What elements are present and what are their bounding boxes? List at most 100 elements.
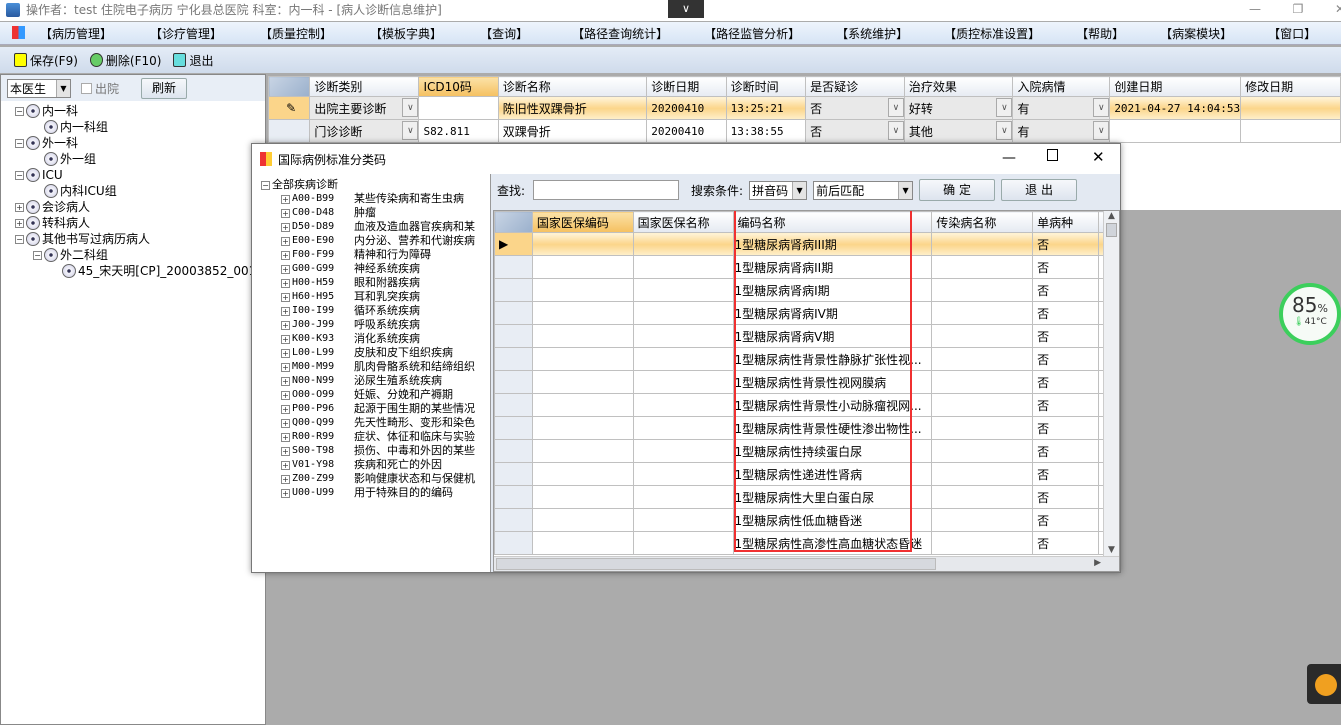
menu-item[interactable]: 【病案模块】 [1160, 25, 1232, 42]
expand-icon[interactable]: + [281, 474, 290, 484]
collapse-icon[interactable]: − [15, 234, 24, 244]
table-cell[interactable]: 否 [1032, 393, 1099, 417]
search-input[interactable] [533, 180, 680, 200]
icd-category-node[interactable]: + N00-N99 泌尿生殖系统疾病 [261, 374, 490, 388]
table-cell[interactable] [931, 485, 1034, 509]
table-cell[interactable] [531, 278, 634, 302]
icd-category-node[interactable]: + Z00-Z99 影响健康状态和与保健机 [261, 472, 490, 486]
table-cell[interactable]: 否 [1032, 439, 1099, 463]
column-header[interactable]: 治疗效果 [903, 76, 1014, 97]
table-cell[interactable]: 否 [1032, 485, 1099, 509]
table-row[interactable]: ✎ 出院主要诊断 ∨ 陈旧性双踝骨折 20200410 13:25:21 否 ∨ 好转 ∨ 有 ∨ 20… [267, 96, 1341, 120]
table-cell[interactable] [531, 508, 634, 532]
icd-category-node[interactable]: + J00-J99 呼吸系统疾病 [261, 318, 490, 332]
table-cell[interactable]: 2021-04-27 14:04:53 [1109, 96, 1242, 120]
table-cell[interactable]: 13:38:55 [725, 119, 807, 143]
dialog-exit-button[interactable]: 退 出 [1001, 179, 1078, 201]
icd-category-node[interactable]: + O00-O99 妊娠、分娩和产褥期 [261, 388, 490, 402]
table-cell[interactable]: 否 ∨ [805, 96, 905, 120]
column-header[interactable]: 入院病情 [1012, 76, 1111, 97]
tree-node[interactable]: − ICU [15, 167, 265, 183]
table-cell[interactable] [931, 324, 1034, 348]
close-button[interactable]: ✕ [1325, 0, 1341, 21]
menu-item[interactable]: 【路径监管分析】 [704, 25, 800, 42]
expand-icon[interactable]: + [281, 320, 290, 330]
table-cell[interactable] [632, 531, 734, 555]
menu-item[interactable]: 【质量控制】 [260, 25, 332, 42]
table-cell[interactable]: 否 [1032, 232, 1099, 256]
menu-item[interactable]: 【诊疗管理】 [150, 25, 222, 42]
expand-icon[interactable]: + [281, 446, 290, 456]
table-cell[interactable] [531, 301, 634, 325]
table-cell[interactable]: 13:25:21 [725, 96, 807, 120]
table-cell[interactable]: 否 [1032, 324, 1099, 348]
table-cell[interactable] [1240, 119, 1341, 143]
tree-node[interactable]: + 会诊病人 [15, 199, 265, 215]
table-cell[interactable]: S82.811 [418, 119, 499, 143]
expand-icon[interactable]: + [281, 306, 290, 316]
collapse-icon[interactable]: − [33, 250, 42, 260]
table-cell[interactable]: 否 [1032, 301, 1099, 325]
table-cell[interactable] [931, 393, 1034, 417]
icd-category-node[interactable]: + A00-B99 某些传染病和寄生虫病 [261, 192, 490, 206]
tree-node[interactable]: 内一科组 [15, 119, 265, 135]
tree-node[interactable]: − 外二科组 [15, 247, 265, 263]
icd-category-node[interactable]: + C00-D48 肿瘤 [261, 206, 490, 220]
tree-node[interactable]: 45_宋天明[CP]_20003852_001_ [15, 263, 265, 279]
discharged-checkbox[interactable]: 出院 [81, 80, 119, 97]
icd-category-node[interactable]: + R00-R99 症状、体征和临床与实验 [261, 430, 490, 444]
table-cell[interactable] [531, 232, 634, 256]
column-header[interactable]: 创建日期 [1109, 76, 1242, 97]
menu-item[interactable]: 【帮助】 [1076, 25, 1124, 42]
collapse-icon[interactable]: − [15, 170, 24, 180]
expand-icon[interactable]: + [281, 460, 290, 470]
table-cell[interactable] [531, 416, 634, 440]
column-header[interactable]: 修改日期 [1240, 76, 1341, 97]
table-cell[interactable]: 否 [1032, 347, 1099, 371]
dropdown-icon[interactable]: ∨ [887, 121, 904, 140]
table-cell[interactable]: 有 ∨ [1012, 96, 1111, 120]
menu-item[interactable]: 【系统维护】 [836, 25, 908, 42]
tree-node[interactable]: − 其他书写过病历病人 [15, 231, 265, 247]
expand-icon[interactable]: + [281, 208, 290, 218]
menu-item[interactable]: 【模板字典】 [370, 25, 442, 42]
table-cell[interactable] [632, 255, 734, 279]
column-header[interactable]: 传染病名称 [931, 211, 1034, 233]
icd-category-node[interactable]: + F00-F99 精神和行为障碍 [261, 248, 490, 262]
table-cell[interactable]: 否 [1032, 278, 1099, 302]
vertical-scrollbar[interactable]: ▲ ▼ [1103, 211, 1119, 557]
table-cell[interactable] [931, 508, 1034, 532]
chevron-down-icon[interactable]: ∨ [668, 0, 704, 18]
table-cell[interactable] [531, 485, 634, 509]
table-cell[interactable] [531, 531, 634, 555]
select-all-header[interactable] [494, 211, 533, 233]
ok-button[interactable]: 确 定 [919, 179, 996, 201]
tree-node[interactable]: − 外一科 [15, 135, 265, 151]
icd-category-node[interactable]: + E00-E90 内分泌、营养和代谢疾病 [261, 234, 490, 248]
dialog-close-button[interactable]: ✕ [1092, 148, 1105, 166]
condition-select-2[interactable]: 前后匹配 ▼ [813, 180, 914, 200]
icd-category-node[interactable]: + Q00-Q99 先天性畸形、变形和染色 [261, 416, 490, 430]
icd-category-node[interactable]: + M00-M99 肌肉骨骼系统和结缔组织 [261, 360, 490, 374]
table-cell[interactable] [531, 347, 634, 371]
column-header[interactable]: 是否疑诊 [805, 76, 905, 97]
table-cell[interactable] [632, 232, 734, 256]
icd-category-node[interactable]: + I00-I99 循环系统疾病 [261, 304, 490, 318]
tree-node[interactable]: − 内一科 [15, 103, 265, 119]
table-cell[interactable]: 否 [1032, 255, 1099, 279]
table-cell[interactable]: 20200410 [646, 96, 727, 120]
table-cell[interactable] [931, 370, 1034, 394]
column-header[interactable]: 诊断日期 [646, 76, 727, 97]
table-cell[interactable]: 否 [1032, 462, 1099, 486]
table-cell[interactable] [531, 439, 634, 463]
expand-icon[interactable]: + [281, 264, 290, 274]
expand-icon[interactable]: + [281, 390, 290, 400]
dropdown-icon[interactable]: ∨ [887, 98, 904, 117]
table-cell[interactable] [632, 370, 734, 394]
table-cell[interactable] [931, 278, 1034, 302]
floating-app-icon[interactable] [1307, 664, 1341, 704]
minimize-button[interactable]: — [1240, 0, 1270, 21]
dropdown-icon[interactable]: ∨ [996, 98, 1012, 117]
dialog-minimize-button[interactable]: — [1002, 150, 1016, 166]
dropdown-icon[interactable]: ∨ [402, 121, 418, 140]
